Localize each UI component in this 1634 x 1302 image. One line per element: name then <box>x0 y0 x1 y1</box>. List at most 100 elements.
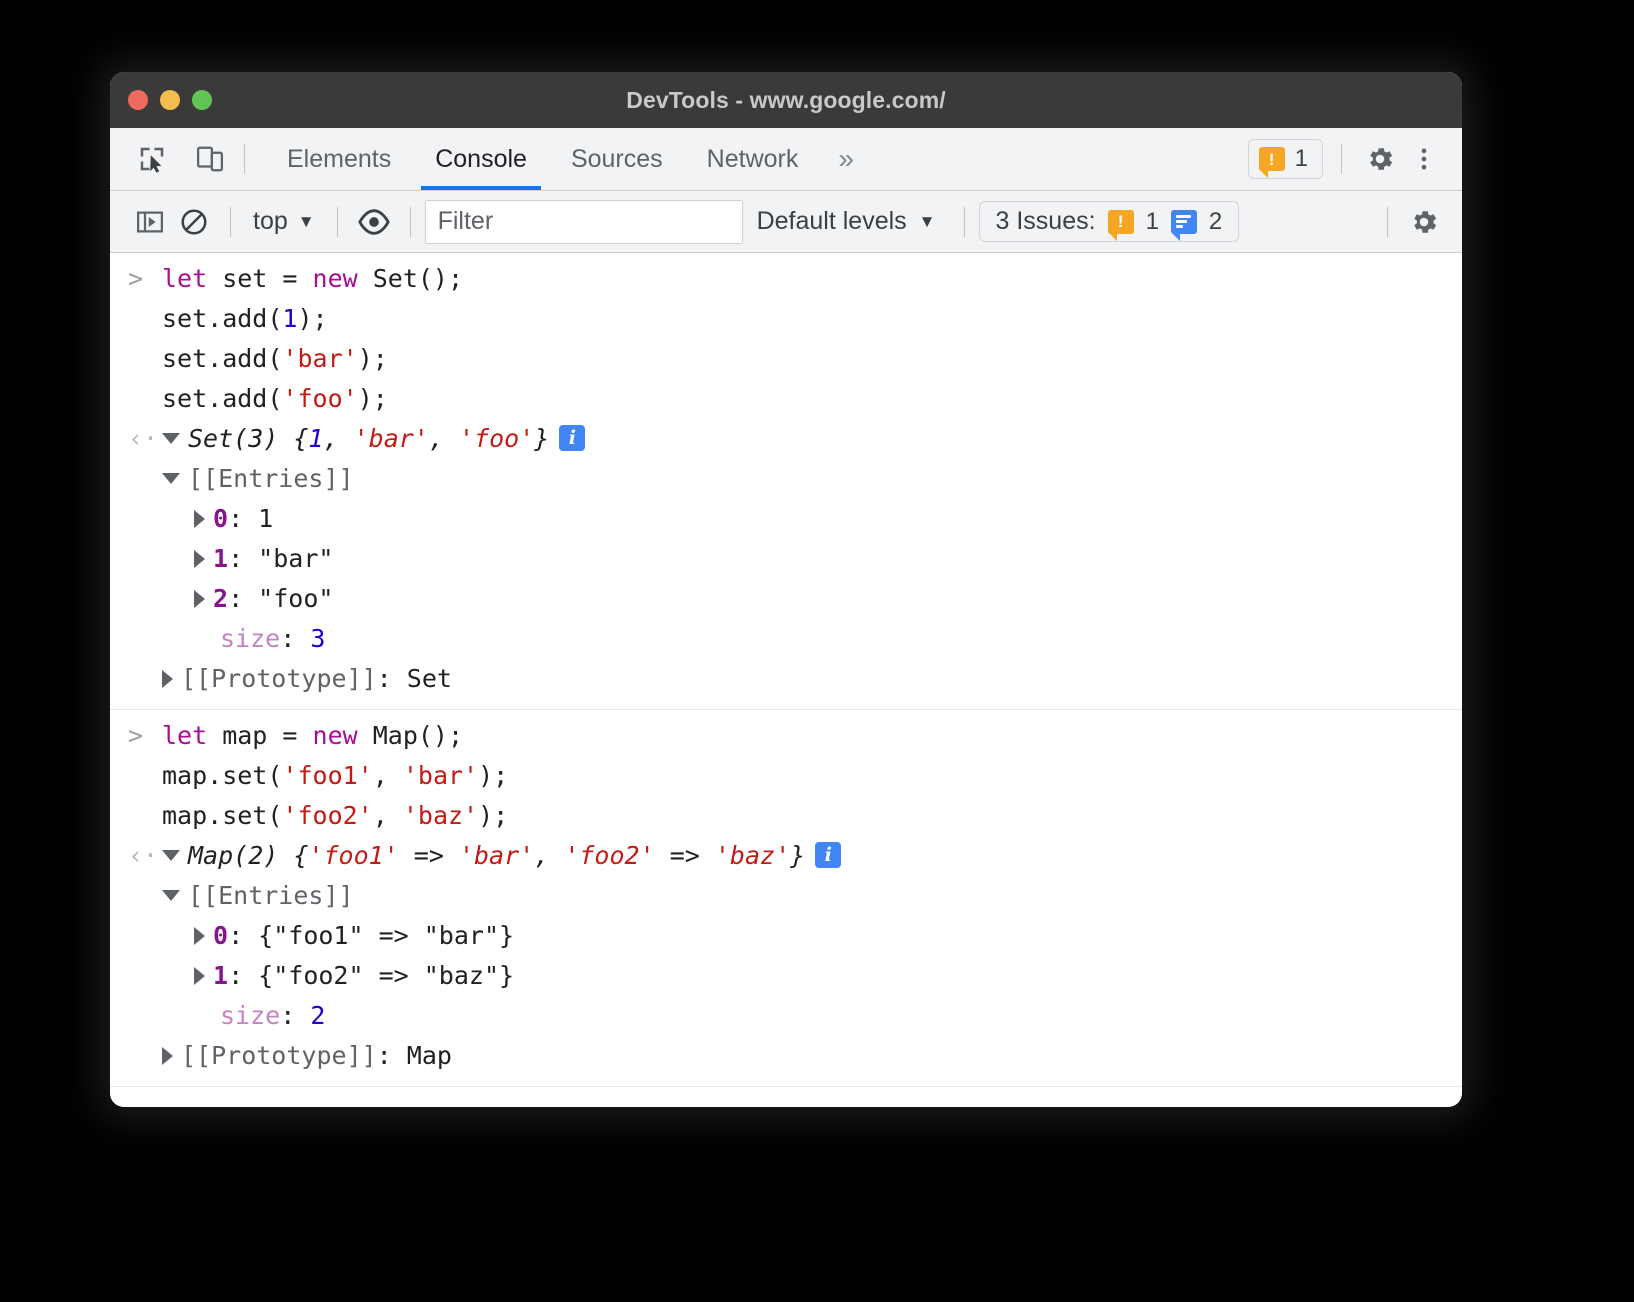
code-token: map.set( <box>162 761 282 790</box>
tab-elements[interactable]: Elements <box>265 128 413 190</box>
code-token: 'bar' <box>282 344 357 373</box>
code-token: 'foo' <box>282 384 357 413</box>
disclosure-triangle-expanded[interactable] <box>162 433 180 444</box>
code-token: 'bar' <box>459 841 534 870</box>
object-property-row[interactable]: [[Entries]] <box>110 459 1462 499</box>
code-token: new <box>313 264 358 293</box>
disclosure-triangle-expanded[interactable] <box>162 850 180 861</box>
execution-context-selector[interactable]: top ▼ <box>245 207 323 236</box>
object-property-row[interactable]: 0: 1 <box>110 499 1462 539</box>
console-result-header[interactable]: ‹·Set(3) {1, 'bar', 'foo'}i <box>110 419 1462 459</box>
code-token: : <box>280 624 310 653</box>
code-token: "bar" <box>258 544 333 573</box>
clear-console-icon[interactable] <box>172 200 216 244</box>
devtools-main-toolbar: Elements Console Sources Network » ! 1 <box>110 128 1462 191</box>
more-tabs-label: » <box>838 143 854 175</box>
console-input-message[interactable]: >let map = new Map();map.set('foo1', 'ba… <box>110 716 1462 836</box>
object-property-row[interactable]: 1: "bar" <box>110 539 1462 579</box>
console-result-message[interactable]: ‹·Map(2) {'foo1' => 'bar', 'foo2' => 'ba… <box>110 836 1462 1076</box>
code-token: size <box>220 1001 280 1030</box>
toolbar-divider-right <box>1341 144 1342 174</box>
object-property-row[interactable]: 2: "foo" <box>110 579 1462 619</box>
object-property-row[interactable]: [[Prototype]]: Set <box>110 659 1462 699</box>
code-token: : <box>377 1041 407 1070</box>
info-badge-icon[interactable]: i <box>815 842 841 868</box>
gear-icon[interactable] <box>1360 139 1400 179</box>
tab-sources[interactable]: Sources <box>549 128 685 190</box>
issues-badge[interactable]: 3 Issues: ! 1 2 <box>979 201 1240 242</box>
console-toolbar: top ▼ Default levels ▼ 3 Issues: ! 1 <box>110 191 1462 253</box>
object-property-row[interactable]: 0: {"foo1" => "bar"} <box>110 916 1462 956</box>
console-code-line: >let map = new Map(); <box>110 716 1462 756</box>
code-token: } <box>534 424 549 453</box>
maximize-button[interactable] <box>192 90 212 110</box>
code-token: Map(); <box>358 721 463 750</box>
log-levels-selector[interactable]: Default levels ▼ <box>743 207 950 236</box>
object-property-row[interactable]: [[Entries]] <box>110 876 1462 916</box>
object-property-row[interactable]: 1: {"foo2" => "baz"} <box>110 956 1462 996</box>
disclosure-triangle-collapsed[interactable] <box>162 1047 173 1065</box>
code-token: map.set( <box>162 801 282 830</box>
console-code-text: map.set('foo1', 'bar'); <box>162 756 508 796</box>
code-token: [[Entries]] <box>188 881 354 910</box>
live-expression-icon[interactable] <box>352 200 396 244</box>
warning-count-badge[interactable]: ! 1 <box>1248 139 1323 179</box>
console-input-message[interactable]: >let set = new Set();set.add(1);set.add(… <box>110 259 1462 419</box>
filter-input[interactable] <box>425 200 743 244</box>
object-property-text: 0: {"foo1" => "bar"} <box>194 916 514 956</box>
code-token: 3 <box>310 624 325 653</box>
code-token: [[Entries]] <box>188 464 354 493</box>
object-property-row[interactable]: [[Prototype]]: Map <box>110 1036 1462 1076</box>
code-token: : <box>228 584 258 613</box>
cursor-select-icon[interactable] <box>132 139 172 179</box>
code-token: 'foo1' <box>282 761 372 790</box>
disclosure-triangle-collapsed[interactable] <box>194 590 205 608</box>
more-vertical-icon[interactable] <box>1404 139 1444 179</box>
chevron-down-icon-levels: ▼ <box>919 212 936 232</box>
console-code-text: let set = new Set(); <box>162 259 463 299</box>
code-token: 'bar' <box>403 761 478 790</box>
minimize-button[interactable] <box>160 90 180 110</box>
window-titlebar: DevTools - www.google.com/ <box>110 72 1462 128</box>
console-result-message[interactable]: ‹·Set(3) {1, 'bar', 'foo'}i[[Entries]]0:… <box>110 419 1462 699</box>
console-prompt-row[interactable]: › <box>110 1087 1462 1107</box>
disclosure-triangle-expanded[interactable] <box>162 890 180 901</box>
code-token: set.add( <box>162 384 282 413</box>
object-property-text: [[Entries]] <box>162 459 354 499</box>
disclosure-triangle-collapsed[interactable] <box>194 510 205 528</box>
code-token: ); <box>358 384 388 413</box>
code-token: 1 <box>213 544 228 573</box>
disclosure-triangle-collapsed[interactable] <box>194 927 205 945</box>
tab-network[interactable]: Network <box>685 128 821 190</box>
object-property-text: size: 3 <box>194 619 325 659</box>
code-token: Set(); <box>358 264 463 293</box>
info-badge-icon[interactable]: i <box>559 425 585 451</box>
code-token: 2 <box>213 584 228 613</box>
code-token: map = <box>207 721 312 750</box>
code-token: 2 <box>310 1001 325 1030</box>
code-token: ); <box>297 304 327 333</box>
disclosure-triangle-collapsed[interactable] <box>194 967 205 985</box>
console-code-line: set.add(1); <box>110 299 1462 339</box>
code-token: {"foo2" => "baz"} <box>258 961 514 990</box>
console-divider-3 <box>410 207 411 237</box>
object-property-row[interactable]: size: 3 <box>110 619 1462 659</box>
code-token: 1 <box>258 504 273 533</box>
console-result-text: Set(3) {1, 'bar', 'foo'}i <box>162 419 585 459</box>
console-result-header[interactable]: ‹·Map(2) {'foo1' => 'bar', 'foo2' => 'ba… <box>110 836 1462 876</box>
disclosure-triangle-collapsed[interactable] <box>194 550 205 568</box>
console-message-list[interactable]: >let set = new Set();set.add(1);set.add(… <box>110 253 1462 1107</box>
disclosure-triangle-expanded[interactable] <box>162 473 180 484</box>
object-property-row[interactable]: size: 2 <box>110 996 1462 1036</box>
disclosure-triangle-collapsed[interactable] <box>162 670 173 688</box>
tab-console[interactable]: Console <box>413 128 549 190</box>
object-property-text: size: 2 <box>194 996 325 1036</box>
console-settings-gear-icon[interactable] <box>1402 200 1446 244</box>
warning-count-label: 1 <box>1295 145 1308 173</box>
device-toggle-icon[interactable] <box>190 139 230 179</box>
close-button[interactable] <box>128 90 148 110</box>
code-token: size <box>220 624 280 653</box>
more-tabs-icon[interactable]: » <box>820 128 872 190</box>
code-token: , <box>323 424 353 453</box>
console-sidebar-icon[interactable] <box>128 200 172 244</box>
